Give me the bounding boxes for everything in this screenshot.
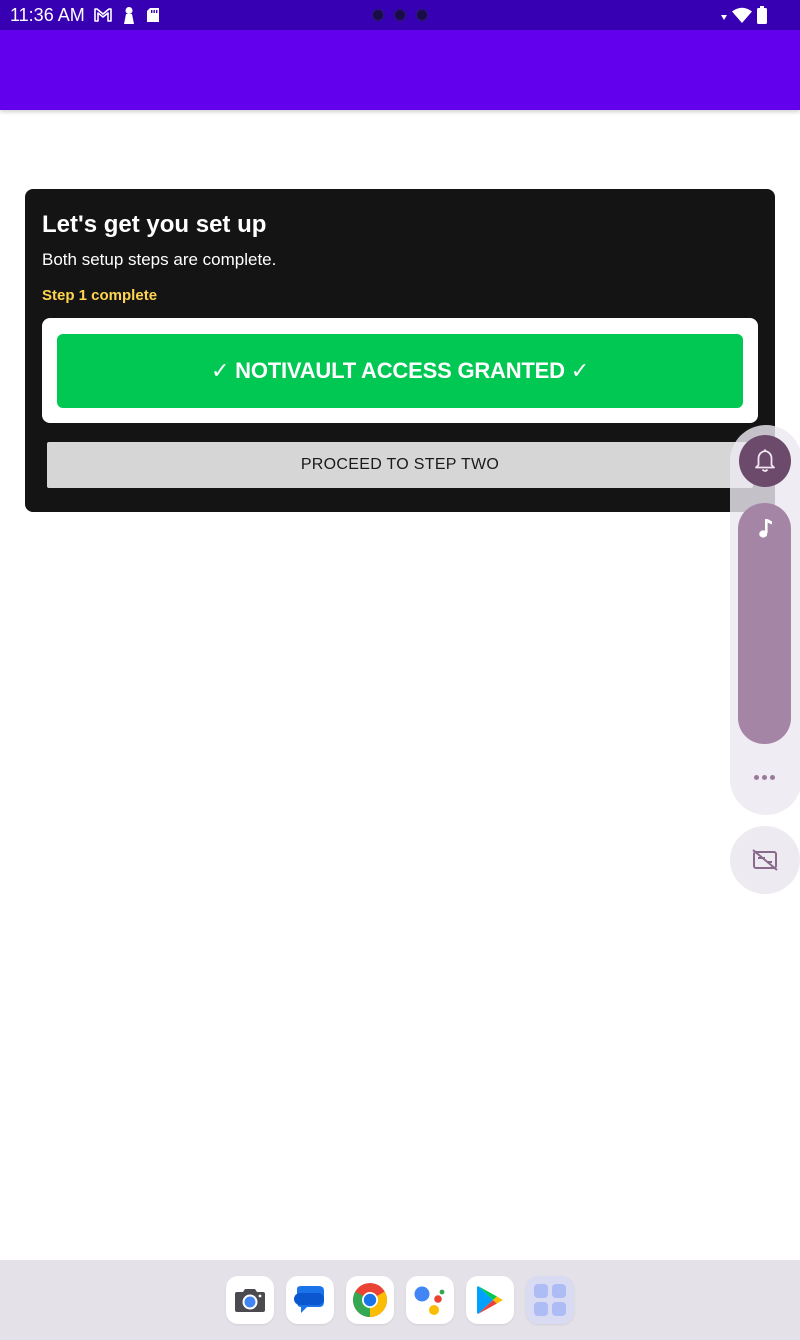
camera-app-icon[interactable] <box>226 1276 274 1324</box>
status-notification-icons <box>94 6 160 24</box>
more-dots-icon[interactable] <box>754 775 775 780</box>
wifi-icon <box>732 7 752 23</box>
assistant-app-icon[interactable] <box>406 1276 454 1324</box>
status-bar: 11:36 AM <box>0 0 800 30</box>
battery-icon <box>757 6 767 24</box>
captions-off-icon <box>752 849 778 871</box>
camera-icon <box>235 1289 265 1312</box>
screen: 11:36 AM Let's get you set up Both setup… <box>0 0 800 1340</box>
music-note-icon <box>759 519 772 538</box>
data-arrows-icon <box>721 15 727 20</box>
app-grid-icon <box>534 1284 566 1316</box>
bell-icon <box>755 449 775 472</box>
play-store-app-icon[interactable] <box>466 1276 514 1324</box>
dot <box>762 775 767 780</box>
captions-toggle-button[interactable] <box>730 826 800 894</box>
cutout-dot <box>416 9 428 21</box>
ringer-toggle-button[interactable] <box>739 435 791 487</box>
setup-card: Let's get you set up Both setup steps ar… <box>25 189 775 512</box>
messages-icon <box>294 1286 324 1313</box>
volume-panel <box>730 425 800 815</box>
proceed-step-two-button[interactable]: PROCEED TO STEP TWO <box>47 442 753 488</box>
setup-subtitle: Both setup steps are complete. <box>42 250 277 269</box>
camera-cutout-dots <box>372 9 428 21</box>
setup-title: Let's get you set up <box>42 211 267 238</box>
app-bar <box>0 30 800 110</box>
media-volume-slider[interactable] <box>738 503 791 744</box>
cutout-dot <box>394 9 406 21</box>
play-store-icon <box>477 1286 503 1314</box>
app-dock <box>0 1260 800 1340</box>
gmail-icon <box>94 8 112 22</box>
dot <box>754 775 759 780</box>
sd-card-icon <box>147 8 159 22</box>
assistant-icon <box>414 1286 445 1315</box>
status-system-icons <box>720 6 768 24</box>
chrome-icon <box>353 1283 387 1317</box>
all-apps-icon[interactable] <box>526 1276 574 1324</box>
messages-app-icon[interactable] <box>286 1276 334 1324</box>
access-granted-frame: ✓ NOTIVAULT ACCESS GRANTED ✓ <box>42 318 758 423</box>
access-granted-banner[interactable]: ✓ NOTIVAULT ACCESS GRANTED ✓ <box>57 334 743 408</box>
step-status-label: Step 1 complete <box>42 287 158 304</box>
dot <box>770 775 775 780</box>
keyguard-icon <box>124 7 134 24</box>
cutout-dot <box>372 9 384 21</box>
status-time: 11:36 AM <box>10 5 85 25</box>
chrome-app-icon[interactable] <box>346 1276 394 1324</box>
